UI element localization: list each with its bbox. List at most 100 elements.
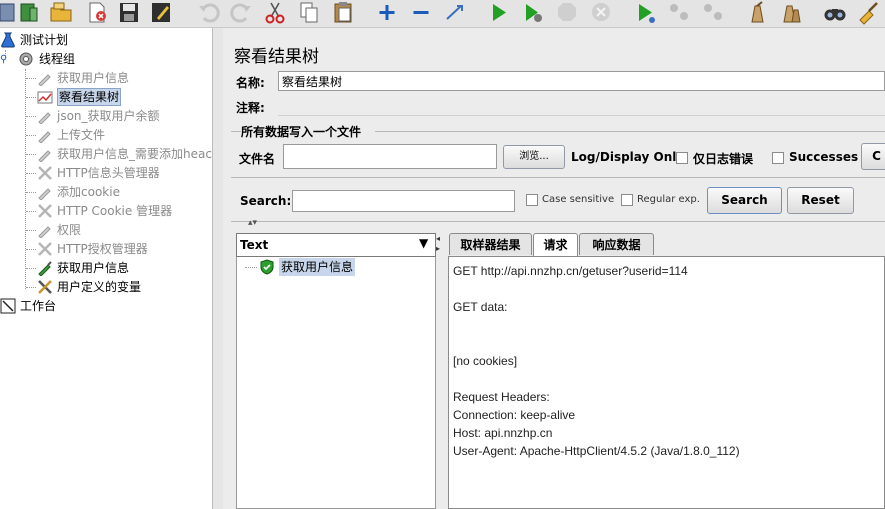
tab-response-data[interactable]: 响应数据	[579, 233, 654, 255]
pipette-icon	[37, 108, 53, 125]
tools-icon	[37, 203, 53, 219]
flask-icon	[0, 32, 16, 48]
success-shield-icon	[259, 259, 275, 275]
page-title: 察看结果树	[234, 47, 319, 67]
tree-item-label: 权限	[57, 223, 82, 237]
tree-item-label: 察看结果树	[57, 88, 122, 106]
request-line: Request Headers:	[453, 390, 550, 404]
sample-results-list: 获取用户信息	[236, 257, 436, 509]
reset-button[interactable]: Reset	[787, 187, 854, 214]
start-icon[interactable]	[486, 0, 512, 25]
tab-request[interactable]: 请求	[533, 233, 578, 257]
cut-icon[interactable]	[262, 0, 288, 25]
tree-item-label: HTTP Cookie 管理器	[57, 204, 173, 218]
save-as-icon[interactable]	[148, 0, 174, 25]
regex-checkbox[interactable]	[621, 194, 633, 206]
remote-shutdown-icon[interactable]	[700, 0, 726, 25]
filename-label: 文件名	[239, 152, 276, 166]
file-group-title: 所有数据写入一个文件	[241, 125, 362, 139]
view-results-tree-panel: 察看结果树 名称: 察看结果树 注释: 所有数据写入一个文件 文件名 浏览...…	[223, 28, 885, 509]
pipette-icon	[37, 184, 53, 201]
chart-icon	[37, 89, 53, 105]
pipette-icon	[37, 146, 53, 163]
collapse-all-icon[interactable]	[408, 0, 434, 25]
tree-item-label: 获取用户信息_需要添加heac	[57, 147, 212, 161]
open-templates-icon[interactable]	[16, 0, 42, 25]
request-line: GET data:	[453, 300, 508, 314]
expand-all-icon[interactable]	[374, 0, 400, 25]
comment-field[interactable]	[278, 96, 885, 116]
clear-icon[interactable]	[744, 0, 770, 25]
browse-button[interactable]: 浏览...	[503, 145, 565, 169]
request-line: Host: api.nnzhp.cn	[453, 426, 553, 440]
chevron-down-icon: ▼	[419, 236, 429, 250]
stop-icon[interactable]	[554, 0, 580, 25]
tree-item-label: 用户定义的变量	[57, 280, 142, 294]
name-label: 名称:	[236, 76, 265, 90]
paste-icon[interactable]	[330, 0, 356, 25]
toolbar	[0, 0, 885, 28]
save-icon[interactable]	[116, 0, 142, 25]
pipette-icon	[37, 70, 53, 87]
remote-stop-icon[interactable]	[666, 0, 692, 25]
divider-arrows-icon[interactable]: ▴▾	[248, 218, 257, 228]
configure-button[interactable]: C	[861, 143, 885, 170]
remote-start-icon[interactable]	[632, 0, 658, 25]
sample-result-label: 获取用户信息	[279, 258, 356, 276]
tree-item-label: json_获取用户余额	[57, 109, 160, 123]
tree-node-label: 线程组	[39, 52, 76, 66]
start-no-pauses-icon[interactable]	[520, 0, 546, 25]
toggle-icon[interactable]	[442, 0, 468, 25]
tools-icon	[37, 279, 53, 295]
shutdown-icon[interactable]	[588, 0, 614, 25]
name-field[interactable]: 察看结果树	[278, 71, 885, 91]
close-file-icon[interactable]	[84, 0, 110, 25]
errors-only-checkbox[interactable]	[676, 152, 688, 164]
errors-only-label: 仅日志错误	[693, 152, 754, 166]
tree-item-label: 获取用户信息	[57, 71, 130, 85]
request-line: [no cookies]	[453, 354, 518, 368]
renderer-select[interactable]: Text ▼	[236, 233, 436, 257]
case-sensitive-label: Case sensitive	[542, 194, 615, 205]
request-line: Connection: keep-alive	[453, 408, 576, 422]
successes-label: Successes	[789, 150, 859, 164]
undo-icon[interactable]	[196, 0, 222, 25]
comment-label: 注释:	[236, 101, 265, 115]
tree-node-label: 测试计划	[20, 33, 69, 47]
redo-icon[interactable]	[228, 0, 254, 25]
tools-icon	[37, 241, 53, 257]
search-icon[interactable]	[822, 0, 848, 25]
tree-node-label: 工作台	[20, 299, 57, 313]
pipette-icon	[37, 127, 53, 144]
log-display-label: Log/Display Only:	[571, 150, 689, 164]
collapse-left-icon[interactable]: ◂	[436, 234, 440, 243]
open-folder-icon[interactable]	[48, 0, 74, 25]
renderer-select-value: Text	[240, 238, 269, 252]
search-input[interactable]	[292, 190, 515, 212]
pipette-icon	[37, 260, 53, 277]
clear-all-icon[interactable]	[778, 0, 804, 25]
tree-item-label: 上传文件	[57, 128, 106, 142]
filename-field[interactable]	[283, 144, 497, 169]
case-sensitive-checkbox[interactable]	[526, 194, 538, 206]
tree-item-label: HTTP信息头管理器	[57, 166, 160, 180]
request-line: User-Agent: Apache-HttpClient/4.5.2 (Jav…	[453, 444, 740, 458]
tree-item-label: 添加cookie	[57, 185, 120, 199]
search-button[interactable]: Search	[707, 187, 782, 214]
tree-item-label: HTTP授权管理器	[57, 242, 148, 256]
request-line: GET http://api.nnzhp.cn/getuser?userid=1…	[453, 264, 688, 278]
tab-sampler-result[interactable]: 取样器结果	[449, 233, 532, 255]
request-content[interactable]: GET http://api.nnzhp.cn/getuser?userid=1…	[448, 256, 885, 509]
tree-item-label: 获取用户信息	[57, 261, 130, 275]
gear-icon	[18, 51, 34, 67]
workbench-icon	[0, 298, 16, 314]
reset-search-icon[interactable]	[856, 0, 882, 25]
successes-checkbox[interactable]	[772, 152, 784, 164]
tree-toggle-icon[interactable]: ⚲	[0, 54, 7, 65]
search-label: Search:	[240, 194, 292, 208]
test-plan-tree: 测试计划 线程组 ⚲ 获取用户信息 察看结果树 json_获取用户余额 上传文件…	[0, 28, 212, 509]
collapse-right-icon[interactable]: ▸	[436, 244, 440, 253]
tools-icon	[37, 165, 53, 181]
copy-icon[interactable]	[296, 0, 322, 25]
regex-label: Regular exp.	[637, 194, 700, 205]
